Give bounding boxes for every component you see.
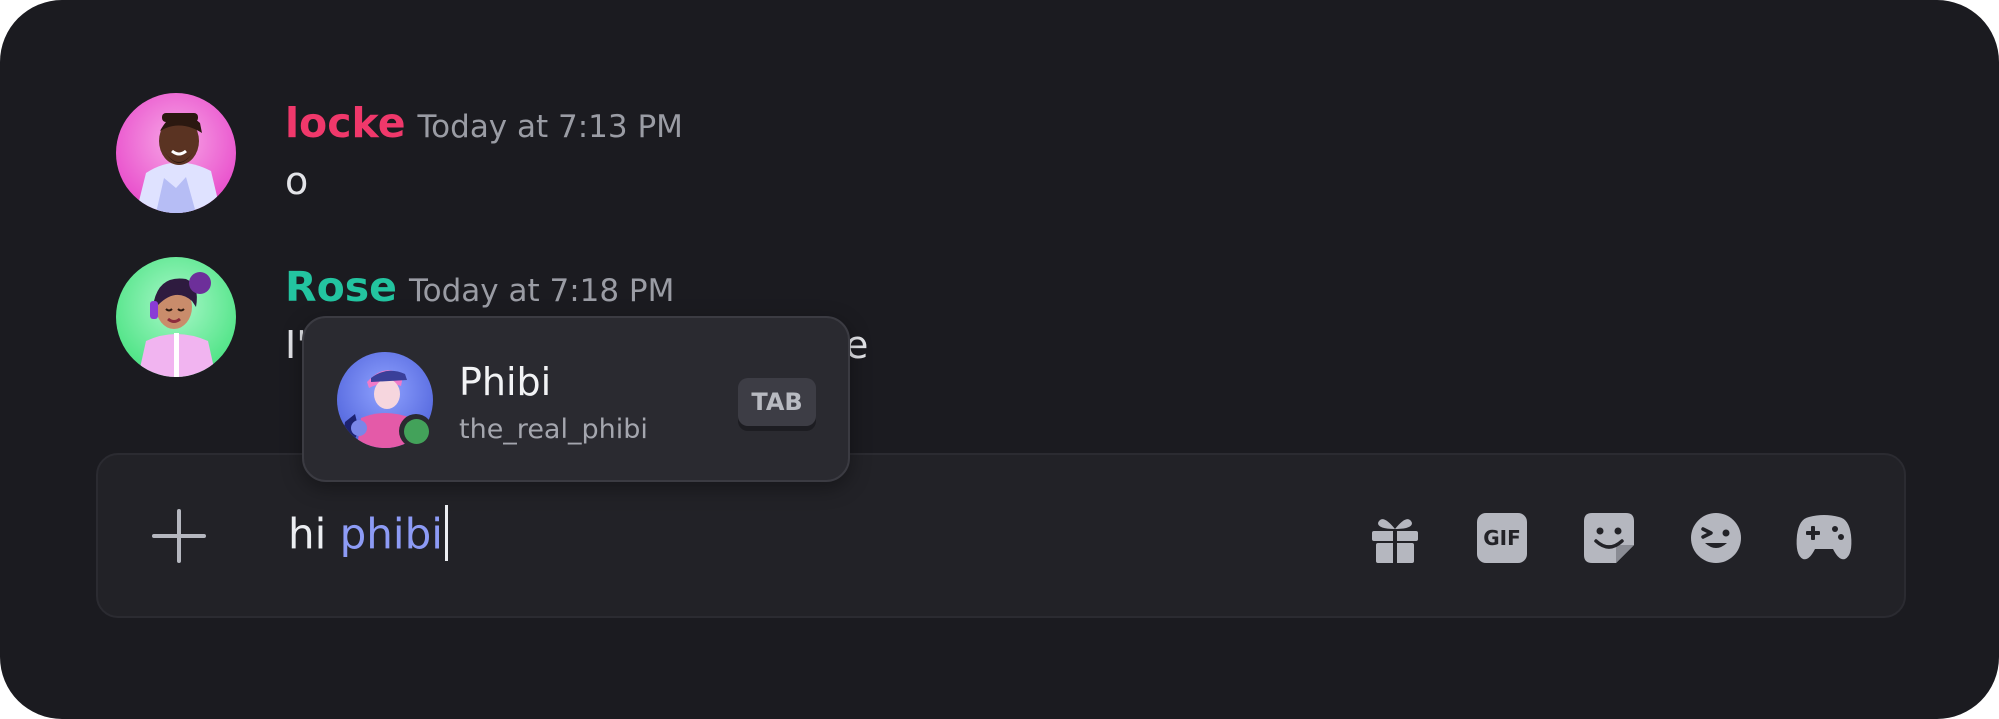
gif-label: GIF <box>1483 526 1521 550</box>
message-input[interactable]: hi phibi <box>288 505 448 565</box>
online-status-indicator <box>404 419 429 444</box>
mention-autocomplete-popup: Phibi the_real_phibi TAB <box>302 316 850 482</box>
sticker-icon[interactable] <box>1582 511 1636 565</box>
text-caret <box>444 505 448 561</box>
rose-avatar[interactable] <box>116 257 236 377</box>
input-text: hi <box>288 509 340 559</box>
message-timestamp: Today at 7:18 PM <box>408 273 675 309</box>
message-text: o <box>285 159 309 203</box>
autocomplete-option-phibi[interactable]: Phibi the_real_phibi TAB <box>304 318 848 480</box>
gif-icon[interactable]: GIF <box>1475 511 1529 565</box>
tab-key-hint: TAB <box>738 378 816 426</box>
phibi-avatar <box>337 352 433 448</box>
message-header: Rose Today at 7:18 PM <box>285 263 674 311</box>
message-header: locke Today at 7:13 PM <box>285 99 683 147</box>
chat-window: locke Today at 7:13 PM o Rose Today at 7… <box>0 0 1999 719</box>
mention-query: phibi <box>339 509 443 559</box>
suggestion-username: the_real_phibi <box>459 414 648 445</box>
message-timestamp: Today at 7:13 PM <box>417 109 683 145</box>
author-name[interactable]: locke <box>285 99 406 147</box>
game-controller-icon[interactable] <box>1795 511 1852 565</box>
author-name[interactable]: Rose <box>285 263 397 311</box>
emoji-icon[interactable] <box>1689 511 1743 565</box>
locke-avatar[interactable] <box>116 93 236 213</box>
gift-icon[interactable] <box>1368 511 1422 565</box>
plus-icon[interactable] <box>148 505 210 567</box>
suggestion-display-name: Phibi <box>459 360 552 404</box>
